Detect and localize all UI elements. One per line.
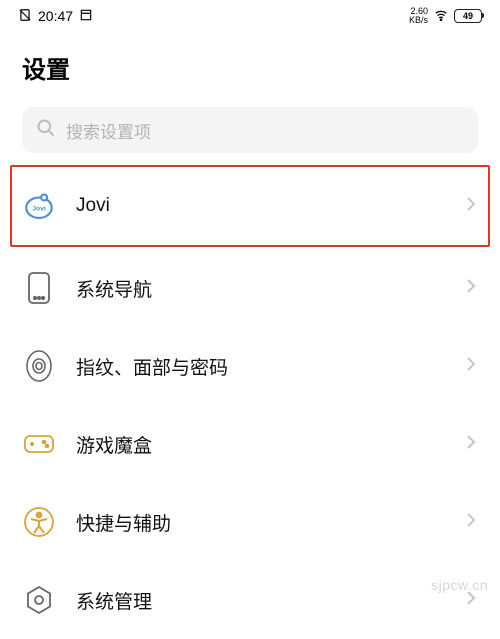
item-label: Jovi — [76, 195, 446, 217]
status-bar: 20:47 2.60 KB/s 49 — [0, 0, 500, 32]
chevron-right-icon — [466, 356, 476, 377]
battery-level: 49 — [463, 11, 473, 21]
accessibility-icon — [22, 505, 56, 539]
item-label: 快捷与辅助 — [76, 509, 446, 536]
chevron-right-icon — [466, 434, 476, 455]
item-label: 指纹、面部与密码 — [76, 353, 446, 380]
search-placeholder: 搜索设置项 — [66, 118, 151, 143]
battery-icon: 49 — [454, 9, 482, 23]
app-store-icon — [79, 8, 93, 25]
status-right: 2.60 KB/s 49 — [409, 7, 482, 25]
highlight-frame: Jovi Jovi — [10, 165, 490, 247]
settings-item-system-nav[interactable]: 系统导航 — [12, 249, 488, 327]
chevron-right-icon — [466, 196, 476, 217]
jovi-icon: Jovi — [22, 189, 56, 223]
settings-item-system-management[interactable]: 系统管理 — [12, 561, 488, 639]
chevron-right-icon — [466, 512, 476, 533]
settings-item-jovi[interactable]: Jovi Jovi — [12, 167, 488, 245]
search-container: 搜索设置项 — [0, 95, 500, 163]
wifi-icon — [433, 8, 449, 25]
phone-nav-icon — [22, 271, 56, 305]
net-speed: 2.60 KB/s — [409, 7, 428, 25]
settings-list: Jovi Jovi 系统导航 — [0, 165, 500, 639]
page-title: 设置 — [0, 32, 500, 95]
fingerprint-icon — [22, 349, 56, 383]
item-label: 游戏魔盒 — [76, 431, 446, 458]
status-left: 20:47 — [18, 8, 93, 25]
settings-item-accessibility[interactable]: 快捷与辅助 — [12, 483, 488, 561]
search-icon — [36, 118, 56, 143]
chevron-right-icon — [466, 278, 476, 299]
svg-text:Jovi: Jovi — [32, 205, 46, 212]
item-label: 系统导航 — [76, 275, 446, 302]
settings-gear-icon — [22, 583, 56, 617]
settings-item-game-box[interactable]: 游戏魔盒 — [12, 405, 488, 483]
gamepad-icon — [22, 427, 56, 461]
search-input[interactable]: 搜索设置项 — [22, 107, 478, 153]
no-sim-icon — [18, 8, 32, 25]
item-label: 系统管理 — [76, 587, 446, 614]
settings-item-biometrics[interactable]: 指纹、面部与密码 — [12, 327, 488, 405]
watermark: sjpcw.cn — [431, 577, 488, 593]
status-time: 20:47 — [38, 8, 73, 24]
net-speed-unit: KB/s — [409, 16, 428, 25]
